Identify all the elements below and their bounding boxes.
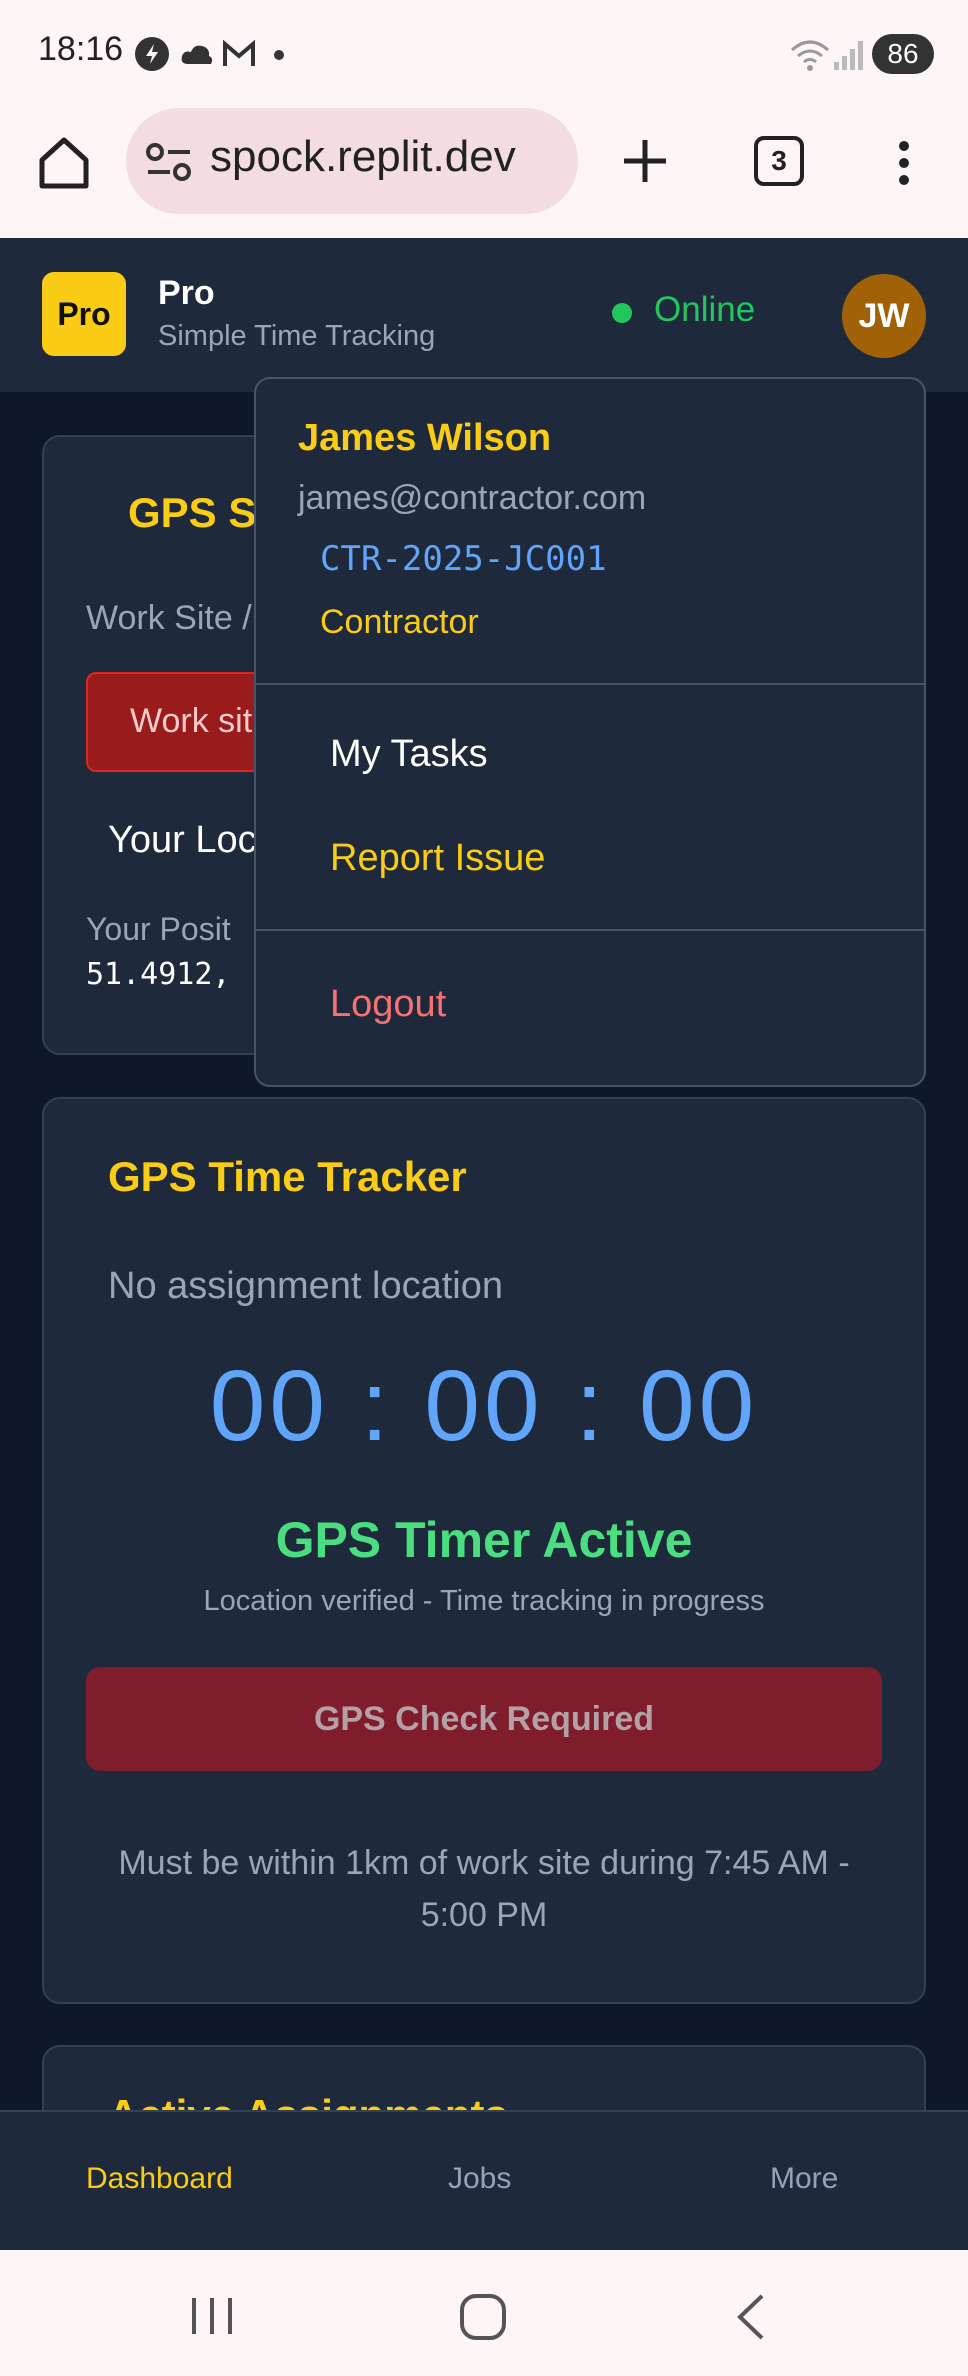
menu-item-my-tasks[interactable]: My Tasks — [256, 709, 924, 795]
new-tab-icon[interactable] — [620, 136, 670, 186]
status-bar: 18:16 86 — [0, 0, 968, 108]
app-subtitle: Simple Time Tracking — [158, 320, 436, 352]
assignment-location: No assignment location — [108, 1265, 503, 1307]
nav-more[interactable]: More — [770, 2162, 838, 2196]
timer-seconds: 00 — [638, 1350, 759, 1462]
user-role: Contractor — [320, 603, 479, 641]
timer-minutes: 00 — [424, 1350, 544, 1462]
nav-dashboard[interactable]: Dashboard — [86, 2162, 233, 2196]
contractor-id: CTR-2025-JC001 — [320, 539, 607, 579]
menu-item-label: Report Issue — [330, 837, 546, 879]
app-header: Pro Pro Simple Time Tracking Online JW — [0, 238, 968, 392]
more-options-icon[interactable] — [890, 138, 918, 188]
worksite-button-label: Work sit — [130, 702, 253, 740]
url-text: spock.replit.dev — [210, 132, 516, 181]
gmail-icon — [222, 40, 256, 68]
nav-jobs[interactable]: Jobs — [448, 2162, 511, 2196]
site-settings-icon[interactable] — [146, 142, 192, 182]
tab-switcher-button[interactable]: 3 — [754, 136, 804, 186]
timer-hours: 00 — [209, 1350, 330, 1462]
gps-time-tracker-card: GPS Time Tracker No assignment location … — [42, 1097, 926, 2004]
home-nav-icon[interactable] — [458, 2292, 508, 2342]
browser-toolbar: spock.replit.dev 3 — [0, 108, 968, 238]
timer-separator: : — [329, 1350, 425, 1462]
gps-card-title: GPS S — [128, 489, 257, 536]
user-dropdown-menu: James Wilson james@contractor.com CTR-20… — [254, 377, 926, 1087]
wifi-icon — [790, 38, 830, 72]
timer-display: 00 : 00 : 00 — [44, 1349, 924, 1464]
app-title: Pro — [158, 274, 215, 312]
dot-icon — [274, 50, 284, 60]
timer-separator: : — [543, 1350, 639, 1462]
system-navigation-bar — [0, 2250, 968, 2376]
logout-label: Logout — [330, 983, 447, 1025]
home-icon[interactable] — [34, 132, 94, 192]
user-avatar[interactable]: JW — [842, 274, 926, 358]
worksite-label: Work Site / — [86, 599, 252, 637]
bottom-navigation: Dashboard Jobs More — [0, 2110, 968, 2252]
online-indicator-icon — [612, 303, 632, 323]
menu-divider — [256, 929, 924, 931]
timer-status-subtitle: Location verified - Time tracking in pro… — [203, 1585, 765, 1617]
logout-button[interactable]: Logout — [256, 959, 924, 1045]
app-logo: Pro — [42, 272, 126, 356]
recent-apps-icon[interactable] — [188, 2294, 238, 2338]
position-value: 51.4912, — [86, 957, 231, 992]
status-time: 18:16 — [38, 30, 124, 68]
menu-item-label: My Tasks — [330, 733, 488, 775]
menu-divider — [256, 683, 924, 685]
menu-item-report-issue[interactable]: Report Issue — [256, 813, 924, 899]
user-email: james@contractor.com — [298, 479, 647, 517]
your-location-heading: Your Loc — [108, 819, 257, 861]
back-icon[interactable] — [732, 2292, 772, 2342]
signal-icon — [832, 38, 866, 72]
gps-requirement-note: Must be within 1km of work site during 7… — [118, 1844, 850, 1934]
url-bar[interactable]: spock.replit.dev — [126, 108, 578, 214]
user-name: James Wilson — [298, 417, 552, 459]
gps-check-button[interactable]: GPS Check Required — [86, 1667, 882, 1771]
online-status: Online — [654, 290, 756, 329]
sync-icon — [134, 36, 170, 72]
tracker-title: GPS Time Tracker — [108, 1153, 467, 1200]
battery-indicator: 86 — [872, 34, 934, 74]
cloud-icon — [180, 42, 214, 66]
timer-status-title: GPS Timer Active — [275, 1512, 693, 1568]
position-label: Your Posit — [86, 911, 231, 947]
